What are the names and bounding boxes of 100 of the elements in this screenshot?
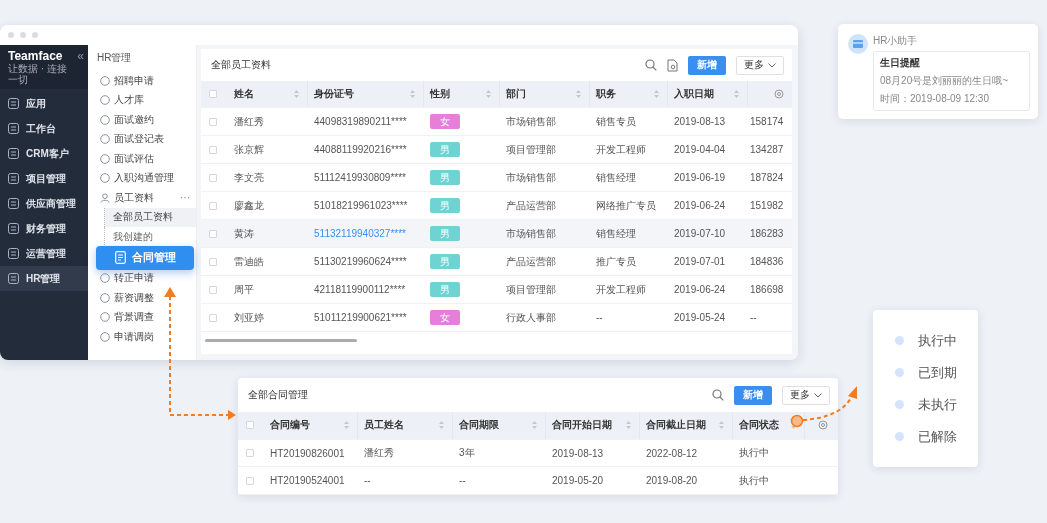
status-option[interactable]: 执行中 (895, 329, 978, 352)
column-header[interactable]: 合同开始日期 (552, 418, 612, 433)
sort-icon[interactable] (654, 90, 659, 98)
sort-icon[interactable] (734, 90, 739, 98)
sort-icon[interactable] (626, 421, 631, 430)
gender-tag: 男 (430, 254, 460, 269)
nav-item[interactable]: 面试邀约 (88, 110, 196, 130)
table-cell: 2019-08-20 (646, 475, 698, 487)
table-cell: 销售经理 (596, 170, 636, 185)
logo-tagline: 让数据 · 连接一切 (8, 63, 68, 85)
more-dropdown[interactable]: 更多 (782, 385, 830, 405)
column-header[interactable]: 合同截止日期 (646, 418, 706, 433)
table-row[interactable]: 刘亚婷 51011219900621**** 女 行政人事部 -- 2019-05-24 -- (201, 304, 792, 332)
marker-dot (790, 414, 804, 428)
nav-item[interactable]: 入职沟通管理 (88, 168, 196, 188)
nav-item[interactable]: 背景调查 (88, 307, 196, 327)
sort-icon[interactable] (410, 90, 415, 98)
sidebar-item[interactable]: HR管理 (0, 266, 88, 291)
sidebar-item[interactable]: 项目管理 (0, 166, 88, 191)
settings-icon[interactable] (774, 89, 784, 99)
sort-icon[interactable] (532, 421, 537, 430)
column-header[interactable]: 性别 (430, 87, 450, 101)
nav-subitem[interactable]: 全部员工资料 (104, 207, 196, 227)
column-header[interactable]: 入职日期 (674, 87, 714, 101)
sidebar-item[interactable]: 应用 (0, 91, 88, 116)
table-row[interactable]: 李文亮 51112419930809**** 男 市场销售部 销售经理 2019-06-19 187824 (201, 164, 792, 192)
status-option[interactable]: 已解除 (895, 425, 978, 448)
column-header[interactable]: 合同编号 (270, 418, 310, 433)
status-option[interactable]: 未执行 (895, 393, 978, 416)
table-cell: 2019-06-24 (674, 200, 726, 211)
dot-icon (895, 336, 904, 345)
status-option[interactable]: 已到期 (895, 361, 978, 384)
table-row[interactable]: 张京辉 44088119920216**** 男 项目管理部 开发工程师 2019-04-04 134287 (201, 136, 792, 164)
table-cell: 市场销售部 (506, 114, 556, 129)
checkbox[interactable] (209, 313, 217, 322)
table-cell: 51011219900621**** (314, 312, 407, 323)
table-row[interactable]: 雷迪皓 51130219960624**** 男 产品运营部 推广专员 2019-07-01 184836 (201, 248, 792, 276)
column-header[interactable]: 职务 (596, 87, 616, 101)
settings-icon[interactable] (817, 420, 828, 431)
checkbox[interactable] (246, 449, 254, 457)
table-cell: 产品运营部 (506, 254, 556, 269)
more-dropdown[interactable]: 更多 (736, 55, 784, 75)
checkbox[interactable] (209, 285, 217, 294)
panel-title: 全部员工资料 (211, 58, 271, 72)
nav-item[interactable]: 招聘申请 (88, 71, 196, 91)
table-cell: 2019-07-01 (674, 256, 726, 267)
nav-item[interactable]: 薪资调整 (88, 288, 196, 308)
table-cell: 134287 (750, 144, 784, 155)
sidebar-item[interactable]: 工作台 (0, 116, 88, 141)
column-header[interactable]: 员工姓名 (364, 418, 404, 433)
table-row[interactable]: 周平 42118119900112**** 男 项目管理部 开发工程师 2019-06-24 186698 (201, 276, 792, 304)
column-header[interactable]: 身份证号 (314, 87, 354, 101)
sidebar-item[interactable]: CRM客户 (0, 141, 88, 166)
dot-icon (895, 368, 904, 377)
table-row[interactable]: 黄涛 51132119940327**** 男 市场销售部 销售经理 2019-07-10 186283 (201, 220, 792, 248)
table-cell: 2019-04-04 (674, 144, 726, 155)
table-cell: 销售经理 (596, 226, 636, 241)
file-export-icon[interactable] (667, 58, 678, 72)
sort-icon[interactable] (576, 90, 581, 98)
sidebar-item[interactable]: 运营管理 (0, 241, 88, 266)
checkbox[interactable] (246, 421, 254, 430)
checkbox[interactable] (209, 145, 217, 154)
checkbox[interactable] (209, 117, 217, 126)
nav-item[interactable]: 面试评估 (88, 149, 196, 169)
nav-item[interactable]: 员工资料 (88, 188, 154, 208)
column-header[interactable]: 合同期限 (459, 418, 499, 433)
checkbox[interactable] (209, 90, 217, 98)
column-header[interactable]: 部门 (506, 87, 526, 101)
checkbox[interactable] (209, 229, 217, 238)
table-cell: 开发工程师 (596, 282, 646, 297)
column-header[interactable]: 合同状态 (739, 418, 779, 433)
sidebar-item[interactable]: 供应商管理 (0, 191, 88, 216)
table-cell: -- (364, 475, 371, 487)
scrollbar[interactable] (205, 339, 357, 342)
table-row[interactable]: 潘红秀 44098319890211**** 女 市场销售部 销售专员 2019-08-13 158174 (201, 108, 792, 136)
checkbox[interactable] (209, 257, 217, 266)
table-cell: 51130219960624**** (314, 256, 407, 267)
nav-item[interactable]: 申请调岗 (88, 327, 196, 347)
nav-item[interactable]: 人才库 (88, 90, 196, 110)
nav-item[interactable]: 转正申请 (88, 268, 196, 288)
more-button[interactable]: ··· (180, 192, 190, 204)
sort-icon[interactable] (294, 90, 299, 98)
table-cell: 187824 (750, 172, 784, 183)
message-text: 08月20号是刘丽丽的生日哦~ (880, 74, 1010, 88)
column-header[interactable]: 姓名 (234, 87, 254, 101)
tile-icon (8, 123, 19, 134)
sidebar-item[interactable]: 财务管理 (0, 216, 88, 241)
dot-icon (895, 400, 904, 409)
collapse-button[interactable]: « (77, 49, 84, 63)
checkbox[interactable] (246, 476, 254, 485)
search-icon[interactable] (645, 59, 657, 71)
search-icon[interactable] (712, 389, 724, 401)
nav-item[interactable]: 面试登记表 (88, 129, 196, 149)
sort-icon[interactable] (486, 90, 491, 98)
sort-icon[interactable] (719, 421, 724, 430)
sort-icon[interactable] (439, 421, 444, 430)
sort-icon[interactable] (344, 421, 349, 430)
checkbox[interactable] (209, 173, 217, 182)
calendar-icon (848, 34, 868, 54)
checkbox[interactable] (209, 201, 217, 210)
